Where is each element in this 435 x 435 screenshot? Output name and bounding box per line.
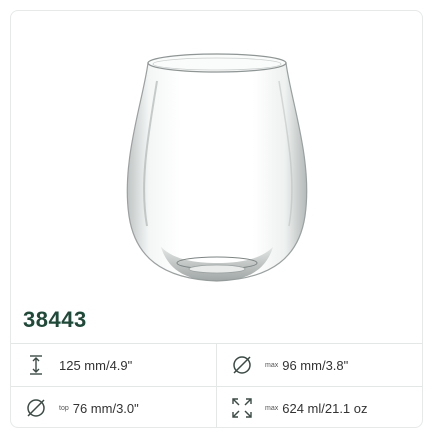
diameter-icon: [25, 397, 47, 419]
height-icon: [25, 354, 47, 376]
spec-capacity: max 624 ml/21.1 oz: [217, 387, 422, 427]
spec-height-value: 125 mm/4.9": [59, 357, 133, 373]
spec-capacity-value: 624 ml/21.1 oz: [282, 400, 368, 416]
spec-top-diameter-prefix: top: [59, 404, 69, 412]
product-image: [11, 11, 422, 301]
product-card: 38443 125 mm/4.9" max 96 mm/3.8" top 76 …: [10, 10, 423, 428]
spec-top-diameter: top 76 mm/3.0": [11, 387, 217, 427]
capacity-expand-icon: [231, 397, 253, 419]
spec-max-diameter: max 96 mm/3.8": [217, 344, 422, 386]
spec-capacity-prefix: max: [265, 404, 279, 412]
spec-max-diameter-value: 96 mm/3.8": [282, 357, 349, 373]
spec-max-diameter-prefix: max: [265, 361, 279, 369]
product-sku: 38443: [23, 307, 87, 332]
spec-height: 125 mm/4.9": [11, 344, 217, 386]
specs-row: 125 mm/4.9" max 96 mm/3.8": [11, 344, 422, 387]
diameter-icon: [231, 354, 253, 376]
specs-row: top 76 mm/3.0" max 624 ml/21.1 oz: [11, 387, 422, 427]
spec-top-diameter-value: 76 mm/3.0": [72, 400, 139, 416]
specs-table: 125 mm/4.9" max 96 mm/3.8" top 76 mm/3.0…: [11, 343, 422, 427]
stemless-glass-illustration: [126, 53, 308, 282]
